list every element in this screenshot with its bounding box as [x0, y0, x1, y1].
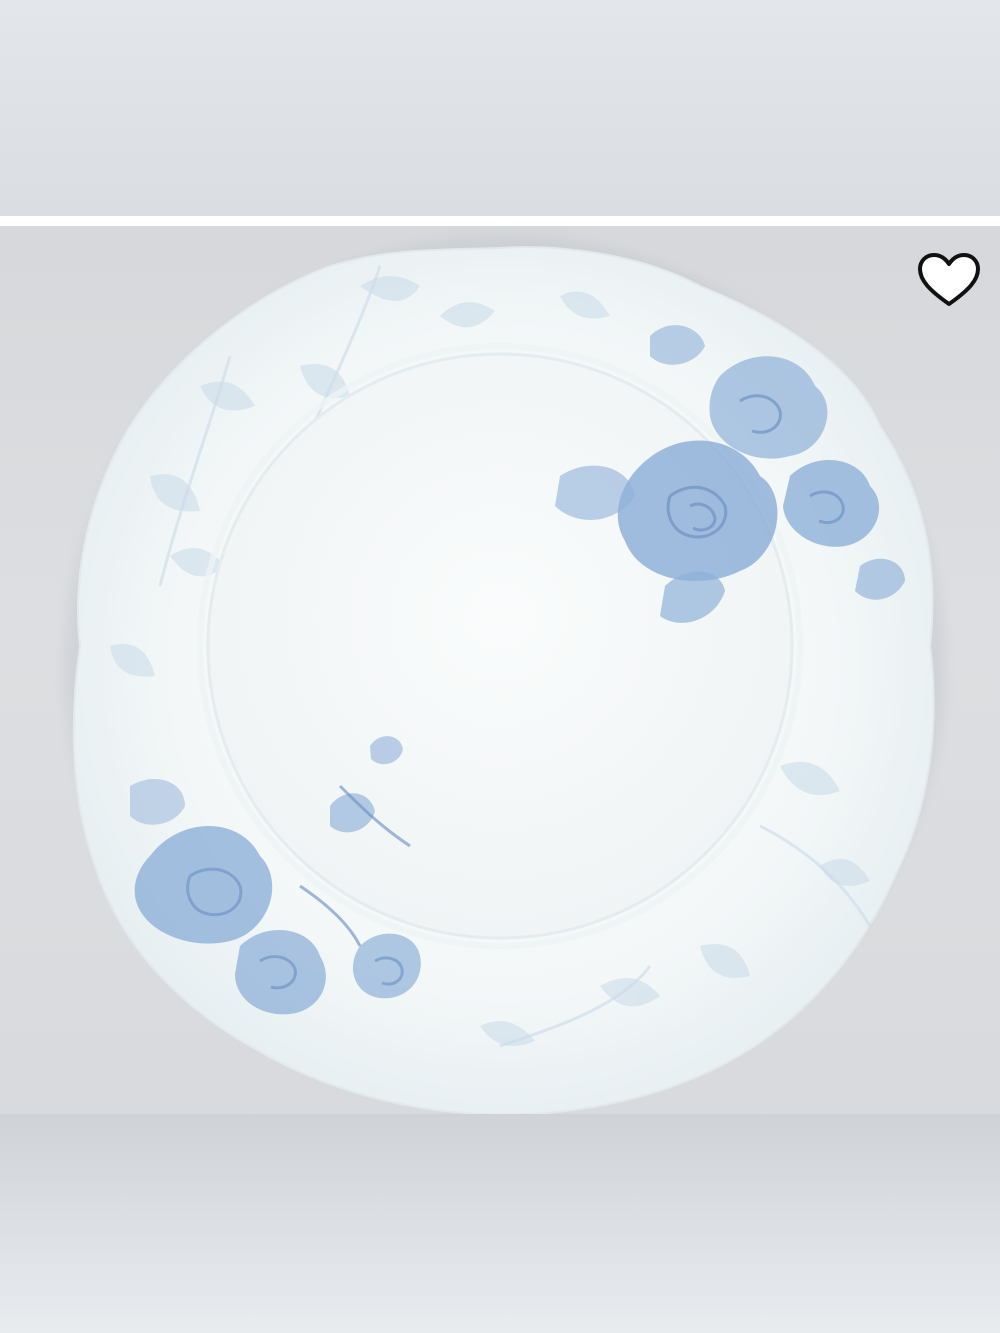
plate-illustration [65, 236, 945, 1114]
heart-outline-icon [918, 253, 980, 306]
next-image-backdrop [0, 1114, 1000, 1333]
product-image[interactable] [0, 226, 1000, 1114]
favorite-button[interactable] [912, 248, 986, 312]
divider [0, 216, 1000, 226]
previous-image-backdrop [0, 0, 1000, 216]
